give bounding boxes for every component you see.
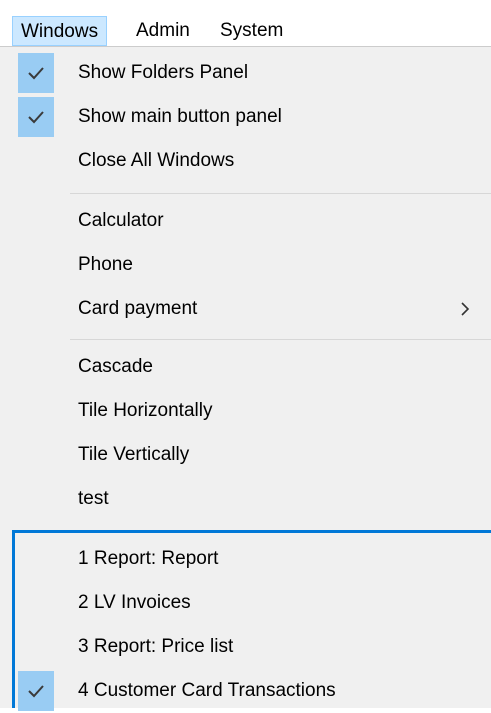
checkmark-icon xyxy=(28,67,44,80)
checkmark-icon xyxy=(28,111,44,124)
menu-separator xyxy=(70,339,491,340)
menu-item-phone[interactable]: Phone xyxy=(0,243,491,287)
window-list-focus-border xyxy=(12,530,491,708)
chevron-right-icon xyxy=(461,302,470,316)
menu-item-show-folders-panel[interactable]: Show Folders Panel xyxy=(0,51,491,95)
menu-item-card-payment[interactable]: Card payment xyxy=(0,287,491,331)
menu-item-tile-horizontally[interactable]: Tile Horizontally xyxy=(0,389,491,433)
menu-item-label: Card payment xyxy=(78,298,198,319)
menubar-system[interactable]: System xyxy=(212,16,291,46)
menu-item-cascade[interactable]: Cascade xyxy=(0,345,491,389)
menu-item-label: Show main button panel xyxy=(78,106,282,127)
menu-item-label: Phone xyxy=(78,254,133,275)
menu-item-calculator[interactable]: Calculator xyxy=(0,199,491,243)
menu-item-label: Close All Windows xyxy=(78,150,235,171)
menu-item-label: Tile Horizontally xyxy=(78,400,213,421)
menu-item-label: Show Folders Panel xyxy=(78,62,249,83)
menu-item-test[interactable]: test xyxy=(0,477,491,521)
menu-item-label: Calculator xyxy=(78,210,164,231)
menu-separator xyxy=(70,193,491,194)
menu-item-label: test xyxy=(78,488,109,509)
menubar-windows[interactable]: Windows xyxy=(12,16,108,46)
menu-item-label: Cascade xyxy=(78,356,153,377)
menu-item-label: Tile Vertically xyxy=(78,444,190,465)
menu-bar: Windows Admin System xyxy=(0,0,491,46)
menu-item-close-all-windows[interactable]: Close All Windows xyxy=(0,139,491,183)
menu-item-tile-vertically[interactable]: Tile Vertically xyxy=(0,433,491,477)
check-highlight xyxy=(18,97,54,137)
check-highlight xyxy=(18,53,54,93)
menubar-admin[interactable]: Admin xyxy=(128,16,198,46)
menu-item-show-main-button-panel[interactable]: Show main button panel xyxy=(0,95,491,139)
